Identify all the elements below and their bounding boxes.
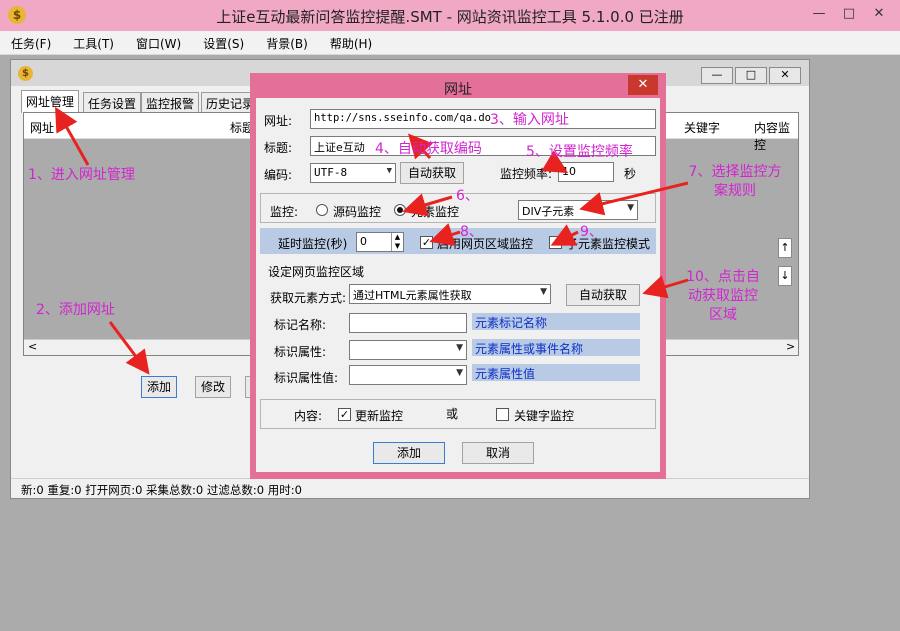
arrow-5 <box>541 150 569 174</box>
annotation-1: 1、进入网址管理 <box>28 167 135 183</box>
annotation-3: 3、输入网址 <box>490 112 569 128</box>
annotation-5: 5、设置监控频率 <box>526 144 633 160</box>
annotation-2: 2、添加网址 <box>36 302 115 318</box>
annotation-8: 8、 <box>460 224 483 240</box>
annotation-9: 9、 <box>580 224 603 240</box>
annotation-arrows <box>55 106 689 375</box>
annotation-10: 10、点击自动获取监控区域 <box>686 269 760 323</box>
arrow-7 <box>579 181 689 216</box>
arrow-10 <box>642 275 689 299</box>
arrow-1 <box>55 106 90 166</box>
annotation-6: 6、 <box>456 188 479 204</box>
annotation-4: 4、自动获取编码 <box>375 141 482 157</box>
arrow-8 <box>429 223 461 246</box>
arrow-2 <box>108 321 150 375</box>
annotation-7: 7、选择监控方案规则 <box>688 164 782 199</box>
arrow-9 <box>550 224 579 246</box>
arrow-6 <box>402 193 453 217</box>
